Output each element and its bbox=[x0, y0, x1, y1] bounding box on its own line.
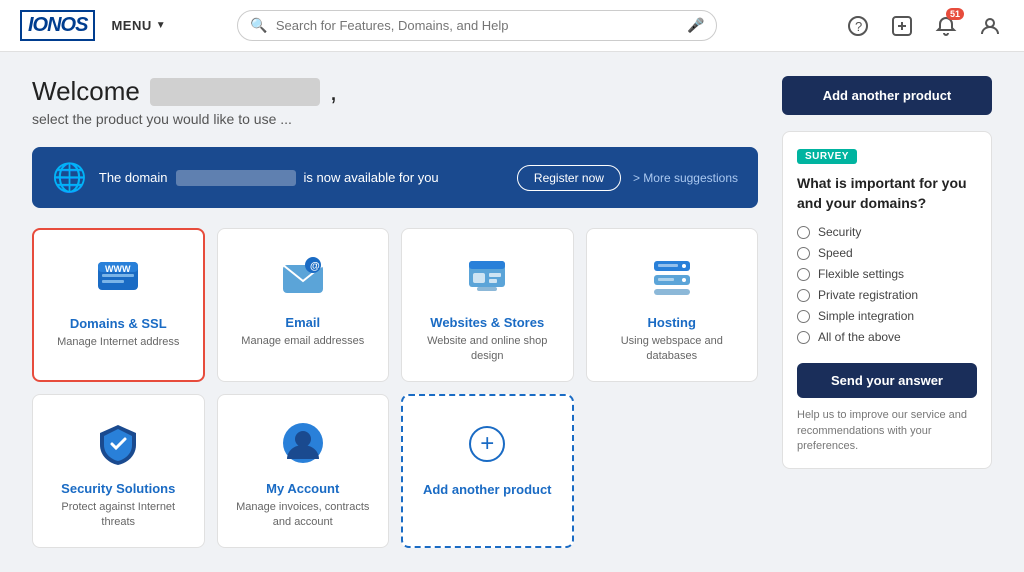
survey-option-simple[interactable]: Simple integration bbox=[797, 309, 977, 323]
product-desc-domains-ssl: Manage Internet address bbox=[57, 335, 179, 350]
hosting-icon bbox=[644, 249, 700, 305]
product-desc-hosting: Using webspace and databases bbox=[599, 334, 746, 365]
right-section: Add another product SURVEY What is impor… bbox=[782, 76, 992, 548]
welcome-section: Welcome , select the product you would l… bbox=[32, 76, 758, 127]
product-desc-email: Manage email addresses bbox=[241, 334, 364, 349]
more-suggestions-link[interactable]: > More suggestions bbox=[633, 171, 738, 185]
product-card-account[interactable]: My Account Manage invoices, contracts an… bbox=[217, 394, 390, 548]
product-title-hosting: Hosting bbox=[648, 315, 696, 330]
survey-radio-private[interactable] bbox=[797, 289, 810, 302]
product-desc-websites: Website and online shop design bbox=[414, 334, 561, 365]
search-input[interactable] bbox=[276, 18, 679, 33]
mic-icon[interactable]: 🎤 bbox=[687, 17, 704, 34]
survey-radio-flexible[interactable] bbox=[797, 268, 810, 281]
survey-option-all[interactable]: All of the above bbox=[797, 330, 977, 344]
add-another-product-button[interactable]: Add another product bbox=[782, 76, 992, 115]
product-title-account: My Account bbox=[266, 481, 339, 496]
survey-option-security[interactable]: Security bbox=[797, 225, 977, 239]
product-title-domains-ssl: Domains & SSL bbox=[70, 316, 167, 331]
websites-icon bbox=[459, 249, 515, 305]
product-card-email[interactable]: @ Email Manage email addresses bbox=[217, 228, 390, 382]
main-content: Welcome , select the product you would l… bbox=[0, 52, 1024, 572]
survey-radio-speed[interactable] bbox=[797, 247, 810, 260]
product-title-security: Security Solutions bbox=[61, 481, 175, 496]
survey-card: SURVEY What is important for you and you… bbox=[782, 131, 992, 469]
search-bar: 🔍 🎤 bbox=[237, 10, 717, 41]
svg-text:@: @ bbox=[310, 261, 320, 272]
user-icon[interactable] bbox=[976, 12, 1004, 40]
product-card-add[interactable]: + Add another product bbox=[401, 394, 574, 548]
search-icon: 🔍 bbox=[250, 17, 267, 34]
notification-icon[interactable]: 51 bbox=[932, 12, 960, 40]
product-card-hosting[interactable]: Hosting Using webspace and databases bbox=[586, 228, 759, 382]
product-title-websites: Websites & Stores bbox=[430, 315, 544, 330]
survey-option-flexible[interactable]: Flexible settings bbox=[797, 267, 977, 281]
notification-badge: 51 bbox=[946, 8, 964, 20]
domain-banner-text: The domain is now available for you bbox=[99, 170, 505, 186]
security-icon bbox=[90, 415, 146, 471]
help-icon[interactable]: ? bbox=[844, 12, 872, 40]
product-grid: WWW Domains & SSL Manage Internet addres… bbox=[32, 228, 758, 548]
survey-radio-all[interactable] bbox=[797, 331, 810, 344]
product-title-email: Email bbox=[285, 315, 320, 330]
header: IONOS MENU ▼ 🔍 🎤 ? 51 bbox=[0, 0, 1024, 52]
chevron-down-icon: ▼ bbox=[156, 20, 166, 31]
survey-question: What is important for you and your domai… bbox=[797, 174, 977, 213]
left-section: Welcome , select the product you would l… bbox=[32, 76, 758, 548]
product-card-websites[interactable]: Websites & Stores Website and online sho… bbox=[401, 228, 574, 382]
register-now-button[interactable]: Register now bbox=[517, 165, 621, 191]
survey-option-speed[interactable]: Speed bbox=[797, 246, 977, 260]
email-icon: @ bbox=[275, 249, 331, 305]
send-answer-button[interactable]: Send your answer bbox=[797, 363, 977, 398]
username-blurred bbox=[150, 78, 320, 106]
survey-badge: SURVEY bbox=[797, 149, 857, 164]
svg-text:?: ? bbox=[855, 19, 862, 34]
survey-radio-simple[interactable] bbox=[797, 310, 810, 323]
domain-banner: 🌐 The domain is now available for you Re… bbox=[32, 147, 758, 208]
survey-radio-security[interactable] bbox=[797, 226, 810, 239]
survey-footer: Help us to improve our service and recom… bbox=[797, 408, 977, 454]
logo[interactable]: IONOS bbox=[20, 10, 95, 41]
header-icons: ? 51 bbox=[844, 12, 1004, 40]
product-card-security[interactable]: Security Solutions Protect against Inter… bbox=[32, 394, 205, 548]
add-product-title: Add another product bbox=[423, 482, 552, 497]
product-card-domains-ssl[interactable]: WWW Domains & SSL Manage Internet addres… bbox=[32, 228, 205, 382]
svg-text:WWW: WWW bbox=[105, 264, 131, 274]
account-icon bbox=[275, 415, 331, 471]
menu-button[interactable]: MENU ▼ bbox=[111, 18, 166, 33]
welcome-subtitle: select the product you would like to use… bbox=[32, 111, 758, 127]
product-desc-security: Protect against Internet threats bbox=[45, 500, 192, 531]
survey-option-private[interactable]: Private registration bbox=[797, 288, 977, 302]
add-product-icon: + bbox=[459, 416, 515, 472]
product-desc-account: Manage invoices, contracts and account bbox=[230, 500, 377, 531]
add-icon[interactable] bbox=[888, 12, 916, 40]
domains-ssl-icon: WWW bbox=[90, 250, 146, 306]
globe-icon: 🌐 bbox=[52, 161, 87, 194]
menu-label: MENU bbox=[111, 18, 151, 33]
domain-name-blurred bbox=[176, 170, 296, 186]
plus-circle-icon: + bbox=[469, 426, 505, 462]
welcome-title: Welcome , bbox=[32, 76, 758, 107]
